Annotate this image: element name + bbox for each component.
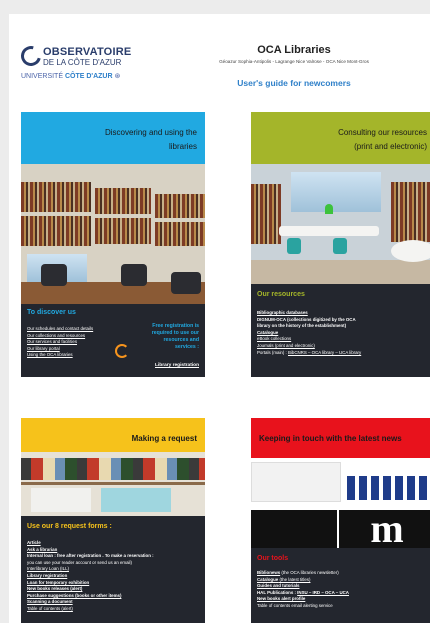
link-loan-exhibition[interactable]: Loan for temporary exhibition: [27, 580, 199, 587]
reading-room-photo: [251, 164, 430, 284]
dignum-description: library on the history of the establishm…: [257, 323, 347, 329]
link-catalogue[interactable]: Catalogue: [257, 330, 429, 337]
link-new-books-alert[interactable]: New books releases (alert): [27, 586, 199, 593]
link-bibliographic-databases[interactable]: Bibliographic databases: [257, 310, 429, 317]
card-request-title: Making a request: [21, 418, 205, 452]
catalogue-line: Catalogue (the latest titles): [257, 576, 311, 582]
page-sites: Géoazur Sophia-Antipolis - Lagrange Nice…: [219, 59, 369, 64]
link-collections[interactable]: Our collections and resources: [27, 333, 122, 340]
news-section-title: Our tools: [257, 555, 289, 562]
consult-section-title: Our resources: [257, 291, 305, 298]
card-news: Keeping in touch with the latest news m …: [251, 418, 430, 623]
link-scanning[interactable]: Scanning a document: [27, 599, 199, 606]
link-toc-alert[interactable]: Table of contents email alerting service: [257, 603, 429, 610]
link-dignum[interactable]: DIGNUM-OCA (collections digitized by the…: [257, 317, 429, 324]
hal-line: HAL Publications : INSU – IRD – OCA – UC…: [257, 589, 349, 595]
biblionews-line: Biblionews (the OCA libraries newsletter…: [257, 570, 339, 575]
card-consult-panel: Our resources Bibliographic databases DI…: [251, 284, 430, 377]
link-ask-librarian[interactable]: Ask a librarian: [27, 547, 199, 554]
card-discover-panel: To discover us Our schedules and contact…: [21, 304, 205, 377]
free-registration-note: Free registration is required to use our…: [151, 323, 199, 350]
card-news-title: Keeping in touch with the latest news: [251, 418, 430, 458]
portals-line: Portals (main) : BibCNRS – OCA library –…: [257, 349, 362, 355]
books-photo: [21, 452, 205, 516]
link-interlibrary-loan[interactable]: Interlibrary Loan (ILL): [27, 566, 199, 573]
link-table-of-contents[interactable]: Table of contents (alert): [27, 606, 199, 613]
link-purchase-suggestions[interactable]: Purchase suggestions (books or other ite…: [27, 593, 199, 600]
card-consult-title: Consulting our resources (print and elec…: [251, 112, 430, 164]
logo-line1: OBSERVATOIRE: [43, 46, 132, 58]
newspaper-masthead-icon: m: [339, 509, 430, 548]
card-discover-title: Discovering and using the libraries: [21, 112, 205, 164]
card-consult: Consulting our resources (print and elec…: [251, 112, 430, 377]
discover-section-title: To discover us: [27, 309, 76, 316]
oca-logo: OBSERVATOIRE DE LA CÔTE D'AZUR UNIVERSIT…: [17, 42, 133, 86]
logo-line2: DE LA CÔTE D'AZUR: [43, 58, 122, 67]
observatoire-logo-icon: [17, 42, 45, 70]
link-internal-loan[interactable]: Internal loan : free after registration …: [27, 553, 199, 560]
link-catalogue-latest[interactable]: Catalogue: [257, 577, 278, 582]
link-guides-tutorials[interactable]: Guides and tutorials: [257, 583, 429, 590]
link-registration[interactable]: Library registration: [27, 573, 199, 580]
link-ebooks[interactable]: eBook collections: [257, 336, 429, 343]
link-portals[interactable]: BibCNRS – OCA library – UCA library: [288, 350, 361, 355]
library-photo: [21, 164, 205, 304]
card-request-panel: Use our 8 request forms : Article Ask a …: [21, 516, 205, 623]
logo-line3: UNIVERSITÉ CÔTE D'AZUR ⊛: [21, 73, 121, 80]
internal-loan-note: you can use your reader account or send …: [27, 559, 132, 565]
link-portal[interactable]: Our library portal: [27, 346, 122, 353]
link-journals[interactable]: Journals (print and electronic): [257, 343, 429, 350]
link-schedules[interactable]: Our schedules and contact details: [27, 326, 122, 333]
card-news-panel: Our tools Biblionews (the OCA libraries …: [251, 548, 430, 623]
card-request: Making a request Use our 8 request forms…: [21, 418, 205, 623]
request-section-title: Use our 8 request forms :: [27, 523, 112, 530]
guide-page: OBSERVATOIRE DE LA CÔTE D'AZUR UNIVERSIT…: [9, 14, 430, 623]
link-using[interactable]: Using the OCA libraries: [27, 352, 122, 359]
link-services[interactable]: Our services and facilities: [27, 339, 122, 346]
link-new-books-profile[interactable]: New books alert profile: [257, 596, 429, 603]
page-subtitle: User's guide for newcomers: [237, 78, 351, 88]
page-title: OCA Libraries: [257, 44, 331, 56]
link-hal[interactable]: INSU – IRD – OCA – UCA: [297, 590, 349, 595]
lamp-icon: [325, 204, 333, 214]
card-discover: Discovering and using the libraries To d…: [21, 112, 205, 377]
link-article[interactable]: Article: [27, 540, 199, 547]
newspaper-photo: m: [251, 458, 430, 548]
link-library-registration[interactable]: Library registration: [155, 363, 199, 370]
link-biblionews[interactable]: Biblionews: [257, 570, 280, 575]
